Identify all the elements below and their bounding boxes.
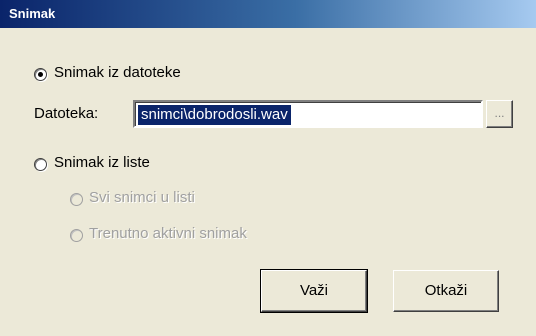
dialog-window: Snimak Snimak iz datoteke Datoteka: snim… <box>0 0 536 336</box>
browse-button[interactable]: ... <box>486 100 513 128</box>
radio-currently-active[interactable] <box>70 229 83 242</box>
file-path-input[interactable]: snimci\dobrodosli.wav <box>133 100 483 128</box>
file-label: Datoteka: <box>34 105 99 122</box>
cancel-button[interactable]: Otkaži <box>393 270 499 312</box>
radio-from-file[interactable] <box>34 68 47 81</box>
radio-from-list-label[interactable]: Snimak iz liste <box>54 154 150 171</box>
radio-all-in-list[interactable] <box>70 193 83 206</box>
ok-button[interactable]: Važi <box>260 269 368 313</box>
radio-from-file-label[interactable]: Snimak iz datoteke <box>54 64 181 81</box>
file-path-value: snimci\dobrodosli.wav <box>138 105 291 125</box>
window-title: Snimak <box>9 6 56 21</box>
radio-from-list[interactable] <box>34 158 47 171</box>
radio-all-in-list-label: Svi snimci u listi <box>89 189 195 206</box>
radio-currently-active-label: Trenutno aktivni snimak <box>89 225 247 242</box>
radio-selected-dot-icon <box>38 72 43 77</box>
title-bar[interactable]: Snimak <box>0 0 536 28</box>
